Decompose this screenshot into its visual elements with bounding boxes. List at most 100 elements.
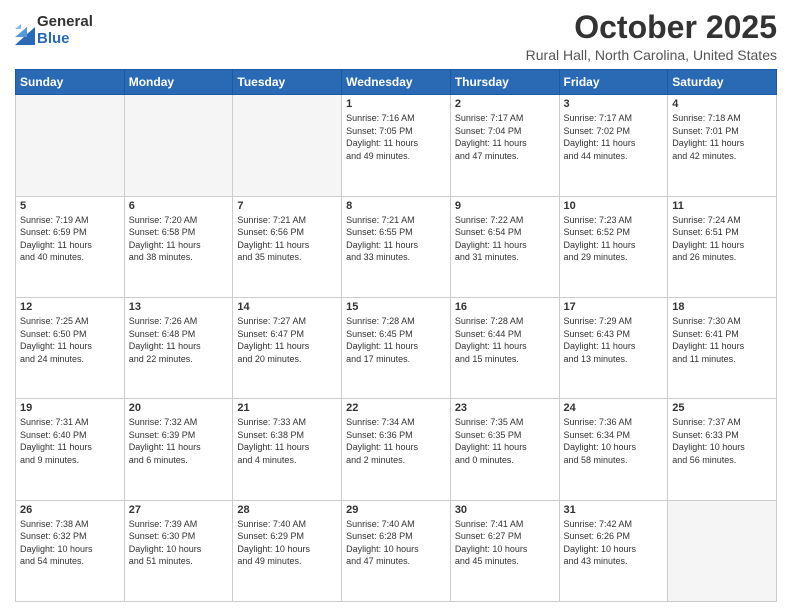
day-number: 8 [346,200,446,212]
calendar-cell [16,95,125,196]
calendar-cell: 29Sunrise: 7:40 AM Sunset: 6:28 PM Dayli… [342,500,451,601]
logo: General Blue [15,14,93,47]
calendar-header-thursday: Thursday [450,70,559,95]
day-number: 6 [129,200,229,212]
day-number: 20 [129,402,229,414]
day-number: 30 [455,504,555,516]
calendar-header-monday: Monday [124,70,233,95]
day-number: 4 [672,98,772,110]
calendar-cell [124,95,233,196]
day-info: Sunrise: 7:30 AM Sunset: 6:41 PM Dayligh… [672,315,772,365]
day-info: Sunrise: 7:17 AM Sunset: 7:04 PM Dayligh… [455,112,555,162]
calendar-cell: 7 Sunrise: 7:21 AM Sunset: 6:56 PM Daylig… [233,196,342,297]
day-number: 23 [455,402,555,414]
logo-blue: Blue [37,31,93,48]
day-number: 22 [346,402,446,414]
day-info: Sunrise: 7:23 AM Sunset: 6:52 PM Dayligh… [564,214,664,264]
day-number: 31 [564,504,664,516]
calendar-cell: 1 Sunrise: 7:16 AM Sunset: 7:05 PM Daylig… [342,95,451,196]
calendar-cell: 13Sunrise: 7:26 AM Sunset: 6:48 PM Dayli… [124,297,233,398]
day-info: Sunrise: 7:20 AM Sunset: 6:58 PM Dayligh… [129,214,229,264]
day-info: Sunrise: 7:21 AM Sunset: 6:56 PM Dayligh… [237,214,337,264]
logo-general: General [37,14,93,31]
day-info: Sunrise: 7:36 AM Sunset: 6:34 PM Dayligh… [564,416,664,466]
day-info: Sunrise: 7:18 AM Sunset: 7:01 PM Dayligh… [672,112,772,162]
calendar-cell: 17Sunrise: 7:29 AM Sunset: 6:43 PM Dayli… [559,297,668,398]
day-number: 3 [564,98,664,110]
day-info: Sunrise: 7:37 AM Sunset: 6:33 PM Dayligh… [672,416,772,466]
calendar-table: SundayMondayTuesdayWednesdayThursdayFrid… [15,69,777,602]
day-info: Sunrise: 7:34 AM Sunset: 6:36 PM Dayligh… [346,416,446,466]
calendar-cell: 27Sunrise: 7:39 AM Sunset: 6:30 PM Dayli… [124,500,233,601]
day-info: Sunrise: 7:24 AM Sunset: 6:51 PM Dayligh… [672,214,772,264]
day-info: Sunrise: 7:22 AM Sunset: 6:54 PM Dayligh… [455,214,555,264]
calendar-cell: 20 Sunrise: 7:32 AM Sunset: 6:39 PM Dayli… [124,399,233,500]
calendar-cell: 28Sunrise: 7:40 AM Sunset: 6:29 PM Dayli… [233,500,342,601]
day-number: 14 [237,301,337,313]
calendar-cell: 21 Sunrise: 7:33 AM Sunset: 6:38 PM Dayli… [233,399,342,500]
day-info: Sunrise: 7:32 AM Sunset: 6:39 PM Dayligh… [129,416,229,466]
day-info: Sunrise: 7:17 AM Sunset: 7:02 PM Dayligh… [564,112,664,162]
calendar-cell: 3 Sunrise: 7:17 AM Sunset: 7:02 PM Daylig… [559,95,668,196]
day-number: 25 [672,402,772,414]
calendar-week-2: 5Sunrise: 7:19 AM Sunset: 6:59 PM Daylig… [16,196,777,297]
day-number: 29 [346,504,446,516]
calendar-cell: 15Sunrise: 7:28 AM Sunset: 6:45 PM Dayli… [342,297,451,398]
day-number: 1 [346,98,446,110]
calendar-header-tuesday: Tuesday [233,70,342,95]
day-number: 18 [672,301,772,313]
calendar-cell [668,500,777,601]
calendar-cell: 24 Sunrise: 7:36 AM Sunset: 6:34 PM Dayli… [559,399,668,500]
calendar-week-4: 19Sunrise: 7:31 AM Sunset: 6:40 PM Dayli… [16,399,777,500]
day-number: 11 [672,200,772,212]
day-number: 17 [564,301,664,313]
calendar-cell: 22 Sunrise: 7:34 AM Sunset: 6:36 PM Dayli… [342,399,451,500]
calendar-header-wednesday: Wednesday [342,70,451,95]
calendar-header-row: SundayMondayTuesdayWednesdayThursdayFrid… [16,70,777,95]
day-info: Sunrise: 7:16 AM Sunset: 7:05 PM Dayligh… [346,112,446,162]
calendar-cell: 14 Sunrise: 7:27 AM Sunset: 6:47 PM Dayli… [233,297,342,398]
day-info: Sunrise: 7:41 AM Sunset: 6:27 PM Dayligh… [455,518,555,568]
day-info: Sunrise: 7:40 AM Sunset: 6:29 PM Dayligh… [237,518,337,568]
calendar-cell: 8 Sunrise: 7:21 AM Sunset: 6:55 PM Daylig… [342,196,451,297]
day-number: 9 [455,200,555,212]
calendar-cell: 5Sunrise: 7:19 AM Sunset: 6:59 PM Daylig… [16,196,125,297]
calendar-cell: 16 Sunrise: 7:28 AM Sunset: 6:44 PM Dayli… [450,297,559,398]
day-number: 16 [455,301,555,313]
day-number: 24 [564,402,664,414]
day-number: 2 [455,98,555,110]
calendar-cell: 11 Sunrise: 7:24 AM Sunset: 6:51 PM Dayli… [668,196,777,297]
calendar-week-3: 12Sunrise: 7:25 AM Sunset: 6:50 PM Dayli… [16,297,777,398]
day-info: Sunrise: 7:21 AM Sunset: 6:55 PM Dayligh… [346,214,446,264]
day-number: 19 [20,402,120,414]
day-number: 12 [20,301,120,313]
day-info: Sunrise: 7:33 AM Sunset: 6:38 PM Dayligh… [237,416,337,466]
day-number: 7 [237,200,337,212]
calendar-cell: 26 Sunrise: 7:38 AM Sunset: 6:32 PM Dayli… [16,500,125,601]
calendar-cell: 30 Sunrise: 7:41 AM Sunset: 6:27 PM Dayli… [450,500,559,601]
calendar-cell [233,95,342,196]
calendar-cell: 9 Sunrise: 7:22 AM Sunset: 6:54 PM Daylig… [450,196,559,297]
month-title: October 2025 [526,10,777,45]
calendar-header-saturday: Saturday [668,70,777,95]
day-info: Sunrise: 7:42 AM Sunset: 6:26 PM Dayligh… [564,518,664,568]
logo-text: General Blue [37,14,93,47]
day-number: 15 [346,301,446,313]
calendar-week-1: 1 Sunrise: 7:16 AM Sunset: 7:05 PM Daylig… [16,95,777,196]
day-info: Sunrise: 7:39 AM Sunset: 6:30 PM Dayligh… [129,518,229,568]
day-info: Sunrise: 7:38 AM Sunset: 6:32 PM Dayligh… [20,518,120,568]
day-number: 26 [20,504,120,516]
day-number: 21 [237,402,337,414]
day-info: Sunrise: 7:27 AM Sunset: 6:47 PM Dayligh… [237,315,337,365]
page: General Blue October 2025 Rural Hall, No… [0,0,792,612]
day-info: Sunrise: 7:19 AM Sunset: 6:59 PM Dayligh… [20,214,120,264]
calendar-cell: 31 Sunrise: 7:42 AM Sunset: 6:26 PM Dayli… [559,500,668,601]
calendar-cell: 18 Sunrise: 7:30 AM Sunset: 6:41 PM Dayli… [668,297,777,398]
calendar-cell: 6 Sunrise: 7:20 AM Sunset: 6:58 PM Daylig… [124,196,233,297]
calendar-cell: 23Sunrise: 7:35 AM Sunset: 6:35 PM Dayli… [450,399,559,500]
calendar-header-sunday: Sunday [16,70,125,95]
day-info: Sunrise: 7:28 AM Sunset: 6:44 PM Dayligh… [455,315,555,365]
day-number: 10 [564,200,664,212]
header: General Blue October 2025 Rural Hall, No… [15,10,777,63]
calendar-week-5: 26 Sunrise: 7:38 AM Sunset: 6:32 PM Dayli… [16,500,777,601]
